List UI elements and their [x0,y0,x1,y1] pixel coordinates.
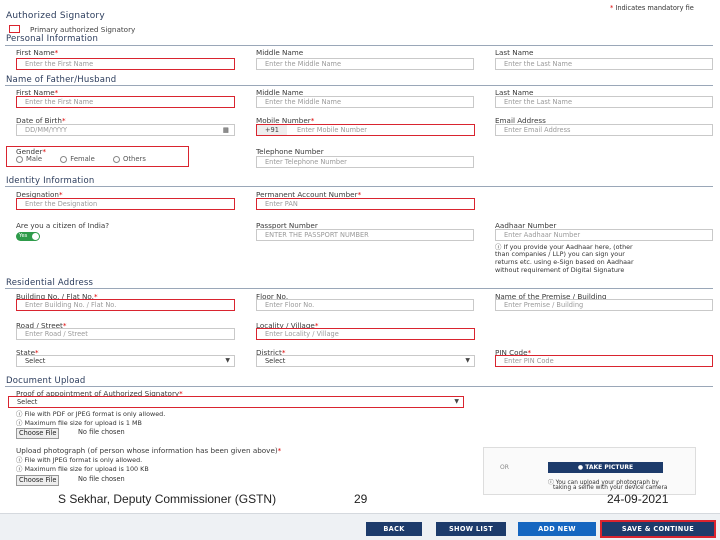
photo-label: Upload photograph (of person whose infor… [16,446,282,455]
last-name-label: Last Name [495,48,534,57]
identity-section-title: Identity Information [6,176,95,186]
gender-radio-group: Male Female Others [16,155,162,163]
primary-signatory-checkbox[interactable] [9,25,20,33]
first-name-input[interactable]: Enter the First Name [16,58,235,70]
locality-input[interactable]: Enter Locality / Village [256,328,475,340]
state-value: Select [25,357,46,365]
info-icon: ⓘ [16,419,23,427]
camera-icon: ● [577,464,584,471]
take-picture-button[interactable]: ● TAKE PICTURE [548,462,663,473]
info-icon: ⓘ [16,456,23,464]
district-value: Select [265,357,286,365]
dob-input[interactable]: DD/MM/YYYY ▦ [16,124,235,136]
proof-select[interactable]: Select ▼ [8,396,464,408]
telephone-input[interactable]: Enter Telephone Number [256,156,474,168]
mandatory-note: * Indicates mandatory fie [610,4,694,12]
radio-icon [113,155,121,163]
info-icon: ⓘ [16,410,23,418]
pin-input[interactable]: Enter PIN Code [495,355,713,367]
floor-input[interactable]: Enter Floor No. [256,299,474,311]
camera-note-line-2: taking a selfie with your device camera [553,485,668,491]
telephone-label: Telephone Number [256,147,324,156]
first-name-label: First Name* [16,48,59,57]
photo-note-format: ⓘ File with JPEG format is only allowed. [16,456,143,464]
show-list-button[interactable]: SHOW LIST [436,522,506,536]
aadhaar-note-line-2: than companies / LLP) you can sign your [495,250,625,258]
dropdown-arrow-icon: ▼ [454,398,459,405]
divider [5,386,713,387]
building-input[interactable]: Enter Building No. / Flat No. [16,299,235,311]
info-icon: ⓘ [16,465,23,473]
photo-no-file-text: No file chosen [78,475,125,483]
dropdown-arrow-icon: ▼ [465,357,470,364]
footer-date: 24-09-2021 [607,492,669,506]
divider [5,45,713,46]
email-input[interactable]: Enter Email Address [495,124,713,136]
take-picture-label: TAKE PICTURE [585,464,634,471]
page-title: Authorized Signatory [6,11,105,21]
proof-note-size: ⓘ Maximum file size for upload is 1 MB [16,419,142,427]
father-last-name-input[interactable]: Enter the Last Name [495,96,713,108]
pan-input[interactable]: Enter PAN [256,198,475,210]
father-middle-name-input[interactable]: Enter the Middle Name [256,96,474,108]
father-first-name-input[interactable]: Enter the First Name [16,96,235,108]
divider [5,85,713,86]
passport-input[interactable]: ENTER THE PASSPORT NUMBER [256,229,474,241]
citizen-toggle[interactable]: Yes [16,232,40,241]
gender-option-male[interactable]: Male [16,155,42,163]
proof-choose-file-button[interactable]: Choose File [16,428,60,439]
last-name-input[interactable]: Enter the Last Name [495,58,713,70]
gender-option-others[interactable]: Others [113,155,146,163]
radio-icon [16,155,23,163]
designation-input[interactable]: Enter the Designation [16,198,235,210]
add-new-button[interactable]: ADD NEW [518,522,596,536]
or-separator: OR [500,464,509,471]
footer-author: S Sekhar, Deputy Commissioner (GSTN) [58,492,277,506]
aadhaar-input[interactable]: Enter Aadhaar Number [495,229,713,241]
aadhaar-note-line-4: without requirement of Digital Signature [495,266,625,274]
road-input[interactable]: Enter Road / Street [16,328,235,340]
middle-name-label: Middle Name [256,48,304,57]
photo-note-size: ⓘ Maximum file size for upload is 100 KB [16,465,149,473]
primary-signatory-label: Primary authorized Signatory [30,25,136,34]
aadhaar-note-line-3: returns etc. using e-Sign based on Aadha… [495,258,634,266]
premise-input[interactable]: Enter Premise / Building [495,299,713,311]
divider [5,288,713,289]
mandatory-note-text: Indicates mandatory fie [615,4,694,12]
dropdown-arrow-icon: ▼ [225,357,230,364]
personal-section-title: Personal Information [6,34,99,44]
photo-choose-file-button[interactable]: Choose File [16,475,60,486]
mobile-placeholder: Enter Mobile Number [297,126,368,134]
address-section-title: Residential Address [6,278,94,288]
state-select[interactable]: Select ▼ [16,355,235,367]
authorized-signatory-form: Authorized Signatory * Indicates mandato… [0,0,720,540]
middle-name-input[interactable]: Enter the Middle Name [256,58,474,70]
proof-note-format: ⓘ File with PDF or JPEG format is only a… [16,410,166,418]
footer-page-number: 29 [354,492,368,506]
divider [5,186,713,187]
mobile-input[interactable]: +91 Enter Mobile Number [256,124,475,136]
gender-option-female[interactable]: Female [60,155,95,163]
calendar-icon[interactable]: ▦ [223,125,229,135]
save-continue-button[interactable]: SAVE & CONTINUE [600,520,716,538]
dob-placeholder: DD/MM/YYYY [25,126,68,134]
mobile-country-code: +91 [257,125,287,135]
father-section-title: Name of Father/Husband [6,75,117,85]
citizen-label: Are you a citizen of India? [16,221,110,230]
proof-no-file-text: No file chosen [78,428,125,436]
documents-section-title: Document Upload [6,376,86,386]
radio-icon [60,155,68,163]
district-select[interactable]: Select ▼ [256,355,475,367]
back-button[interactable]: BACK [366,522,422,536]
proof-value: Select [17,398,38,406]
